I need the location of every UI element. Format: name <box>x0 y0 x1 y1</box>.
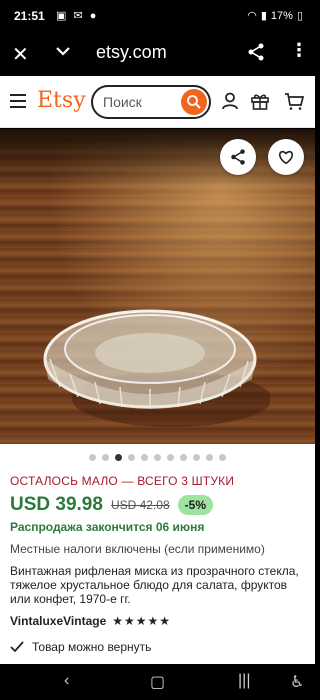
carousel-dot[interactable] <box>206 454 213 461</box>
shop-row: VintaluxeVintage ★★★★★ <box>10 614 171 628</box>
discount-badge: -5% <box>177 495 213 515</box>
favorite-button[interactable] <box>268 139 304 175</box>
cart-icon[interactable] <box>284 91 305 116</box>
carousel-dot[interactable] <box>115 454 122 461</box>
carousel-dot[interactable] <box>154 454 161 461</box>
notification-icons: ▣ ✉ ● <box>56 10 99 22</box>
search-icon <box>187 95 201 109</box>
sale-end-notice: Распродажа закончится 06 июня <box>10 520 205 534</box>
returns-info: Товар можно вернуть <box>10 640 151 654</box>
low-stock-notice: ОСТАЛОСЬ МАЛО — ВСЕГО 3 ШТУКИ <box>10 474 235 488</box>
carousel-dot[interactable] <box>128 454 135 461</box>
carousel-dot[interactable] <box>89 454 96 461</box>
price-row: USD 39.98 USD 42.08 -5% <box>10 494 213 516</box>
carousel-dot[interactable] <box>102 454 109 461</box>
status-bar: 21:51 ▣ ✉ ● ◠ ▮ 17% ▯ <box>0 0 315 32</box>
more-options-icon[interactable]: ⋮ <box>290 40 308 61</box>
carousel-indicator[interactable] <box>0 454 315 464</box>
share-icon[interactable] <box>246 42 266 67</box>
product-title: Винтажная рифленая миска из прозрачного … <box>10 564 299 606</box>
site-header: Etsy Поиск <box>0 76 315 128</box>
checkmark-icon <box>10 641 24 653</box>
battery-icon: ▯ <box>296 10 303 22</box>
account-icon[interactable] <box>220 91 240 116</box>
browser-toolbar: ✕ etsy.com ⋮ <box>0 32 315 76</box>
search-input[interactable]: Поиск <box>91 85 211 119</box>
share-icon <box>231 149 245 165</box>
search-button[interactable] <box>181 89 207 115</box>
battery-level: 17% <box>270 9 293 22</box>
back-icon[interactable]: ‹ <box>64 672 69 690</box>
share-button[interactable] <box>220 139 256 175</box>
carousel-dot[interactable] <box>141 454 148 461</box>
close-icon[interactable]: ✕ <box>12 42 29 67</box>
carousel-dot[interactable] <box>167 454 174 461</box>
chevron-down-icon[interactable] <box>54 42 72 65</box>
product-details: ОСТАЛОСЬ МАЛО — ВСЕГО 3 ШТУКИ USD 39.98 … <box>0 444 315 664</box>
etsy-logo[interactable]: Etsy <box>37 88 86 113</box>
glass-bowl-image <box>43 309 270 427</box>
system-icons: ◠ ▮ 17% ▯ <box>247 9 303 23</box>
menu-icon[interactable] <box>10 94 26 108</box>
carousel-dot[interactable] <box>193 454 200 461</box>
heart-icon <box>279 150 293 165</box>
sale-price: USD 39.98 <box>10 494 103 515</box>
search-placeholder: Поиск <box>103 94 142 110</box>
rating-stars[interactable]: ★★★★★ <box>112 614 171 628</box>
home-icon[interactable]: ▢ <box>150 672 165 692</box>
original-price: USD 42.08 <box>110 498 170 512</box>
wifi-icon: ◠ <box>247 10 257 22</box>
clock: 21:51 <box>14 9 45 23</box>
address-bar[interactable]: etsy.com <box>96 42 167 63</box>
accessibility-icon[interactable]: ♿ <box>290 672 304 692</box>
carousel-dot[interactable] <box>180 454 187 461</box>
shop-name-link[interactable]: VintaluxeVintage <box>10 614 106 628</box>
carousel-dot[interactable] <box>219 454 226 461</box>
system-navigation-bar: ‹ ▢ ||| ♿ <box>0 664 315 700</box>
signal-icon: ▮ <box>260 10 267 22</box>
product-image[interactable] <box>0 129 315 444</box>
returns-label: Товар можно вернуть <box>32 640 152 654</box>
recents-icon[interactable]: ||| <box>238 672 250 690</box>
tax-note: Местные налоги включены (если применимо) <box>10 542 265 556</box>
gift-icon[interactable] <box>250 91 270 116</box>
